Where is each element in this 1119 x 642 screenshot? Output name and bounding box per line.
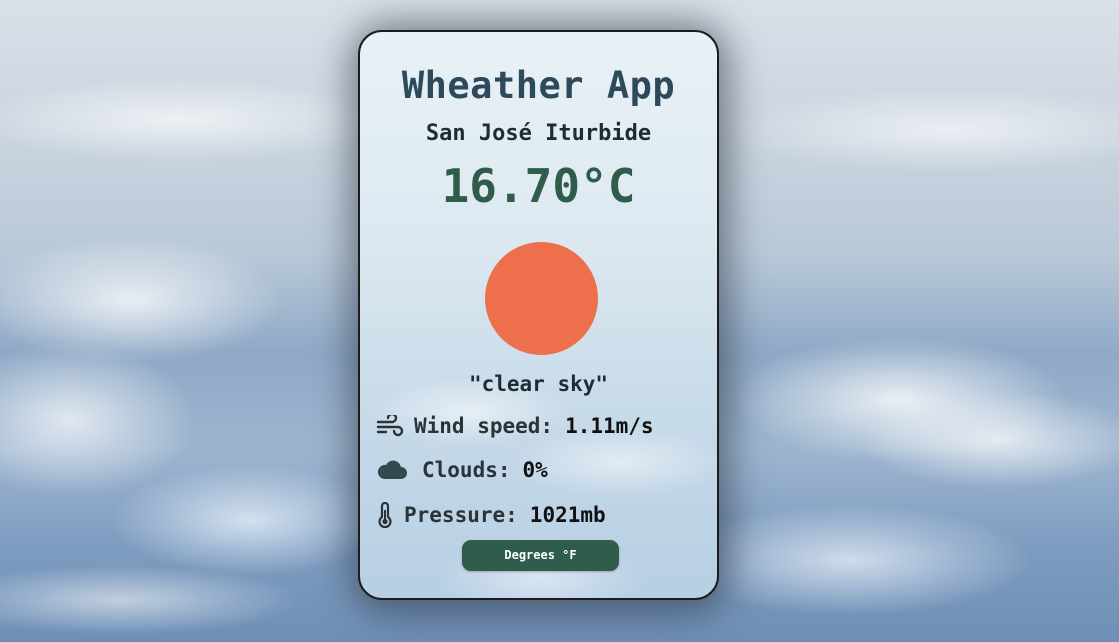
clouds-row: Clouds: 0% <box>376 458 548 482</box>
wind-label: Wind speed: <box>414 414 554 438</box>
city-name: San José Iturbide <box>425 121 652 146</box>
temperature: 16.70°C <box>441 159 636 213</box>
pressure-value: 1021mb <box>529 503 606 527</box>
app-title: Wheather App <box>401 64 676 107</box>
wind-row: Wind speed: 1.11m/s <box>376 414 654 438</box>
wind-icon <box>376 415 404 437</box>
pressure-label: Pressure: <box>404 503 518 527</box>
clouds-label: Clouds: <box>422 458 511 482</box>
wind-value: 1.11m/s <box>565 414 654 438</box>
thermometer-icon <box>376 502 394 528</box>
clouds-value: 0% <box>522 458 548 482</box>
sun-icon <box>485 242 598 355</box>
weather-description: "clear sky" <box>468 372 609 396</box>
pressure-row: Pressure: 1021mb <box>376 502 606 528</box>
weather-card: Wheather App San José Iturbide 16.70°C "… <box>358 30 719 600</box>
cloud-icon <box>376 459 408 481</box>
degrees-toggle-button[interactable]: Degrees °F <box>462 540 619 571</box>
